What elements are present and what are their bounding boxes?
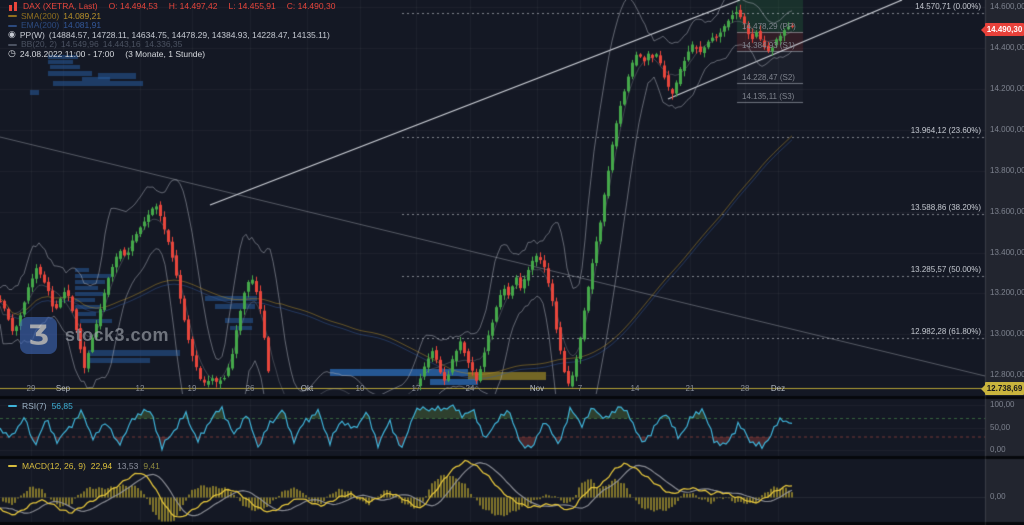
price-axis-label: 14.000,00 bbox=[990, 125, 1024, 135]
price-axis-label: 13.600,00 bbox=[990, 207, 1024, 217]
time-axis-label: Okt bbox=[295, 384, 319, 394]
chart-legend: DAX (XETRA, Last) O: 14.494,53 H: 14.497… bbox=[8, 2, 335, 59]
macd-line-icon bbox=[8, 465, 17, 467]
ohlc-close: C: 14.490,30 bbox=[287, 2, 336, 12]
stock3-logo-glyph: Ʒ bbox=[28, 320, 49, 351]
bb-line-icon bbox=[8, 44, 17, 46]
date-range: 24.08.2022 11:00 - 17:00 bbox=[20, 50, 114, 60]
chart-canvas[interactable] bbox=[0, 0, 1024, 525]
pivot-level-label: 14.135,11 (S3) bbox=[742, 92, 794, 102]
rsi-value: 56,85 bbox=[52, 401, 73, 411]
fib-level-label: 12.982,28 (61.80%) bbox=[911, 327, 981, 337]
time-axis-label: 7 bbox=[568, 384, 592, 394]
fib-level-label: 14.570,71 (0.00%) bbox=[915, 2, 981, 12]
eye-icon: ◉ bbox=[8, 31, 16, 40]
ohlc-low: L: 14.455,91 bbox=[228, 2, 275, 12]
ohlc-open: O: 14.494,53 bbox=[109, 2, 158, 12]
time-axis-label: 19 bbox=[180, 384, 204, 394]
ohlc-high: H: 14.497,42 bbox=[169, 2, 218, 12]
time-axis-label: 17 bbox=[404, 384, 428, 394]
zoom-range: (3 Monate, 1 Stunde) bbox=[125, 50, 205, 60]
rsi-name: RSI(7) bbox=[22, 401, 47, 411]
clock-icon: ◷ bbox=[8, 50, 16, 59]
macd-axis-label: 0,00 bbox=[990, 492, 1006, 502]
time-axis-label: Nov bbox=[525, 384, 549, 394]
macd-signal-value: 13,53 bbox=[117, 461, 138, 471]
time-axis-label: 29 bbox=[19, 384, 43, 394]
price-axis-label: 13.200,00 bbox=[990, 288, 1024, 298]
macd-name: MACD(12, 26, 9) bbox=[22, 461, 86, 471]
timerange-row: ◷ 24.08.2022 11:00 - 17:00 (3 Monate, 1 … bbox=[8, 50, 335, 60]
pivot-level-label: 14.384,93 (S1) bbox=[742, 41, 795, 51]
time-axis-label: 24 bbox=[458, 384, 482, 394]
macd-value: 22,94 bbox=[91, 461, 112, 471]
time-axis-label: Dez bbox=[766, 384, 790, 394]
last-price-badge: 14.490,30 bbox=[985, 23, 1024, 36]
stock3-logo: Ʒ bbox=[20, 317, 57, 354]
watermark: Ʒ stock3.com bbox=[20, 317, 169, 354]
time-axis-label: 21 bbox=[678, 384, 702, 394]
sma-line-icon bbox=[8, 15, 17, 17]
ema-line-icon bbox=[8, 25, 17, 27]
macd-legend[interactable]: MACD(12, 26, 9) 22,94 13,53 9,41 bbox=[8, 461, 160, 471]
time-axis-label: 28 bbox=[733, 384, 757, 394]
price-axis-label: 13.800,00 bbox=[990, 166, 1024, 176]
rsi-axis-label: 0,00 bbox=[990, 445, 1006, 455]
rsi-axis-label: 100,00 bbox=[990, 400, 1014, 410]
fib-level-label: 13.285,57 (50.00%) bbox=[911, 265, 981, 275]
price-axis-label: 14.400,00 bbox=[990, 43, 1024, 53]
trading-platform: DAX (XETRA, Last) O: 14.494,53 H: 14.497… bbox=[0, 0, 1024, 525]
yellow-level-badge: 12.738,69 bbox=[985, 382, 1024, 395]
time-axis-label: Sep bbox=[51, 384, 75, 394]
instrument-icon bbox=[8, 2, 19, 12]
price-axis-label: 14.200,00 bbox=[990, 84, 1024, 94]
pivot-level-label: 14.228,47 (S2) bbox=[742, 73, 795, 83]
price-axis-label: 12.800,00 bbox=[990, 370, 1024, 380]
rsi-legend[interactable]: RSI(7) 56,85 bbox=[8, 401, 73, 411]
watermark-text: stock3.com bbox=[65, 325, 169, 346]
time-axis-label: 10 bbox=[348, 384, 372, 394]
price-axis-label: 13.400,00 bbox=[990, 248, 1024, 258]
fib-level-label: 13.964,12 (23.60%) bbox=[911, 126, 981, 136]
time-axis-label: 14 bbox=[623, 384, 647, 394]
pivot-level-label: 14.478,29 (PP) bbox=[742, 22, 796, 32]
fib-level-label: 13.588,86 (38.20%) bbox=[911, 203, 981, 213]
price-axis-label: 13.000,00 bbox=[990, 329, 1024, 339]
time-axis-label: 26 bbox=[238, 384, 262, 394]
price-axis-label: 14.600,00 bbox=[990, 2, 1024, 12]
rsi-line-icon bbox=[8, 405, 17, 407]
macd-hist-value: 9,41 bbox=[143, 461, 160, 471]
rsi-axis-label: 50,00 bbox=[990, 423, 1010, 433]
time-axis-label: 12 bbox=[128, 384, 152, 394]
